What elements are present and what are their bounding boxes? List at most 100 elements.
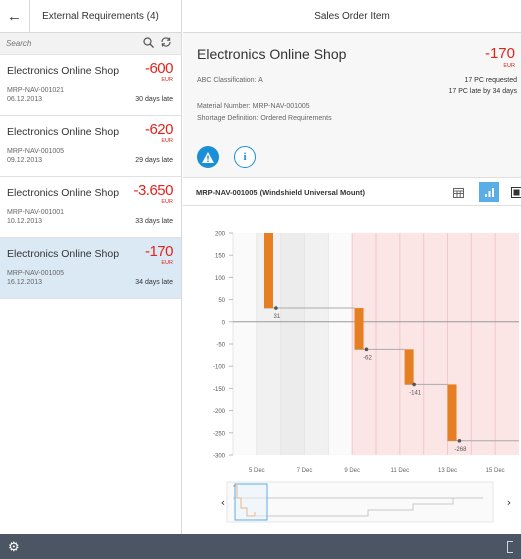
day-stripe bbox=[304, 233, 329, 455]
master-header: ← External Requirements (4) bbox=[0, 0, 181, 33]
chart-bar bbox=[354, 308, 364, 350]
chevron-right-icon[interactable]: › bbox=[507, 496, 511, 509]
x-tick-label: 11 Dec bbox=[391, 468, 410, 474]
chart-bar bbox=[263, 233, 273, 309]
search-bar bbox=[0, 33, 181, 55]
y-tick-label: 200 bbox=[215, 232, 226, 238]
y-tick-label: -50 bbox=[216, 343, 225, 349]
warning-icon bbox=[202, 151, 214, 163]
detail-pane: Sales Order Item Electronics Online Shop… bbox=[183, 0, 521, 534]
data-label: -268 bbox=[454, 447, 467, 453]
item-date: 16.12.2013 bbox=[7, 279, 43, 286]
footer-bar: ⚙ bbox=[0, 534, 521, 559]
app: ← External Requirements (4) Electronics … bbox=[0, 0, 521, 559]
data-point bbox=[274, 306, 278, 310]
y-tick-label: 50 bbox=[218, 298, 225, 304]
data-label: 31 bbox=[274, 314, 281, 320]
x-tick-label: 9 Dec bbox=[344, 468, 360, 474]
day-stripe bbox=[328, 233, 353, 455]
back-button[interactable]: ← bbox=[0, 0, 30, 33]
item-name: Electronics Online Shop bbox=[7, 187, 120, 199]
data-point bbox=[412, 382, 416, 387]
table-icon bbox=[452, 187, 464, 198]
bar-chart-icon bbox=[484, 187, 494, 197]
search-input[interactable] bbox=[6, 39, 139, 48]
chart-bar bbox=[404, 349, 414, 385]
master-pane: ← External Requirements (4) Electronics … bbox=[0, 0, 182, 534]
data-label: -141 bbox=[409, 390, 422, 396]
search-icon[interactable] bbox=[139, 36, 157, 51]
y-tick-label: -200 bbox=[213, 409, 226, 415]
item-currency: EUR bbox=[161, 77, 173, 83]
item-amount: -3.650 bbox=[133, 182, 173, 199]
day-stripe bbox=[399, 233, 424, 455]
data-point bbox=[457, 438, 462, 443]
abc-classification: ABC Classification: A bbox=[197, 77, 263, 84]
fullscreen-button[interactable] bbox=[506, 182, 521, 202]
y-tick-label: -150 bbox=[213, 387, 226, 393]
day-stripe bbox=[495, 233, 519, 455]
chart-title: MRP-NAV-001005 (Windshield Universal Mou… bbox=[196, 188, 365, 197]
item-amount: -620 bbox=[144, 121, 174, 138]
item-date: 10.12.2013 bbox=[7, 218, 43, 225]
item-late: 30 days late bbox=[135, 96, 173, 103]
refresh-icon[interactable] bbox=[157, 36, 175, 51]
x-tick-label: 7 Dec bbox=[297, 468, 313, 474]
item-name: Electronics Online Shop bbox=[7, 248, 120, 260]
chart-view-button[interactable] bbox=[479, 182, 499, 202]
chart: 200 150 100 50 0 -50 -100 -150 -200 -250 -300 31 -62… bbox=[213, 232, 519, 523]
data-label: -62 bbox=[363, 355, 372, 361]
y-tick-label: -300 bbox=[213, 454, 226, 460]
item-amount: -170 bbox=[144, 243, 174, 260]
list-item[interactable]: Electronics Online Shop -620 EUR MRP-NAV… bbox=[0, 116, 181, 177]
item-late: 33 days late bbox=[135, 218, 173, 225]
chart-bar bbox=[447, 384, 457, 441]
chevron-left-icon[interactable]: ‹ bbox=[221, 496, 225, 509]
item-currency: EUR bbox=[161, 138, 173, 144]
arrow-left-icon: ← bbox=[7, 7, 22, 25]
item-currency: EUR bbox=[161, 199, 173, 205]
day-stripe bbox=[376, 233, 400, 455]
object-currency: EUR bbox=[503, 63, 515, 69]
item-material: MRP-NAV-001001 bbox=[7, 209, 65, 216]
fullscreen-icon bbox=[510, 186, 521, 198]
y-tick-label: -100 bbox=[213, 365, 226, 371]
item-amount: -600 bbox=[144, 60, 174, 77]
material-number: Material Number: MRP-NAV-001005 bbox=[197, 103, 310, 110]
item-currency: EUR bbox=[161, 260, 173, 266]
y-tick-label: 150 bbox=[215, 254, 226, 260]
panel-icon[interactable] bbox=[507, 540, 513, 553]
item-date: 09.12.2013 bbox=[7, 157, 43, 164]
requested-quantity: 17 PC requested bbox=[464, 77, 517, 84]
detail-header: Sales Order Item bbox=[183, 0, 521, 33]
day-stripe bbox=[233, 233, 257, 455]
list-item-selected[interactable]: Electronics Online Shop -170 EUR MRP-NAV… bbox=[0, 238, 181, 299]
day-stripe bbox=[423, 233, 448, 455]
overview-selection bbox=[234, 483, 268, 521]
x-tick-label: 15 Dec bbox=[486, 468, 505, 474]
gear-icon[interactable]: ⚙ bbox=[8, 539, 20, 555]
data-point bbox=[364, 347, 369, 352]
y-tick-label: 0 bbox=[222, 320, 226, 326]
info-button[interactable]: i bbox=[234, 146, 256, 168]
info-icon: i bbox=[243, 151, 247, 163]
object-title: Electronics Online Shop bbox=[197, 46, 347, 62]
y-tick-label: -250 bbox=[213, 431, 226, 437]
table-view-button[interactable] bbox=[448, 182, 468, 202]
chart-toolbar: MRP-NAV-001005 (Windshield Universal Mou… bbox=[183, 178, 521, 206]
list-item[interactable]: Electronics Online Shop -600 EUR MRP-NAV… bbox=[0, 55, 181, 116]
item-name: Electronics Online Shop bbox=[7, 65, 120, 77]
object-amount: -170 bbox=[484, 45, 515, 62]
x-tick-label: 5 Dec bbox=[249, 468, 265, 474]
master-title: External Requirements (4) bbox=[42, 10, 159, 22]
shortage-definition: Shortage Definition: Ordered Requirement… bbox=[197, 115, 332, 122]
list-item[interactable]: Electronics Online Shop -3.650 EUR MRP-N… bbox=[0, 177, 181, 238]
item-name: Electronics Online Shop bbox=[7, 126, 120, 138]
item-late: 34 days late bbox=[135, 279, 173, 286]
item-material: MRP-NAV-001005 bbox=[7, 148, 65, 155]
item-material: MRP-NAV-001021 bbox=[7, 87, 65, 94]
object-header: Electronics Online Shop -170 EUR ABC Cla… bbox=[183, 33, 521, 178]
warning-button[interactable] bbox=[197, 146, 219, 168]
item-late: 29 days late bbox=[135, 157, 173, 164]
item-material: MRP-NAV-001005 bbox=[7, 270, 65, 277]
